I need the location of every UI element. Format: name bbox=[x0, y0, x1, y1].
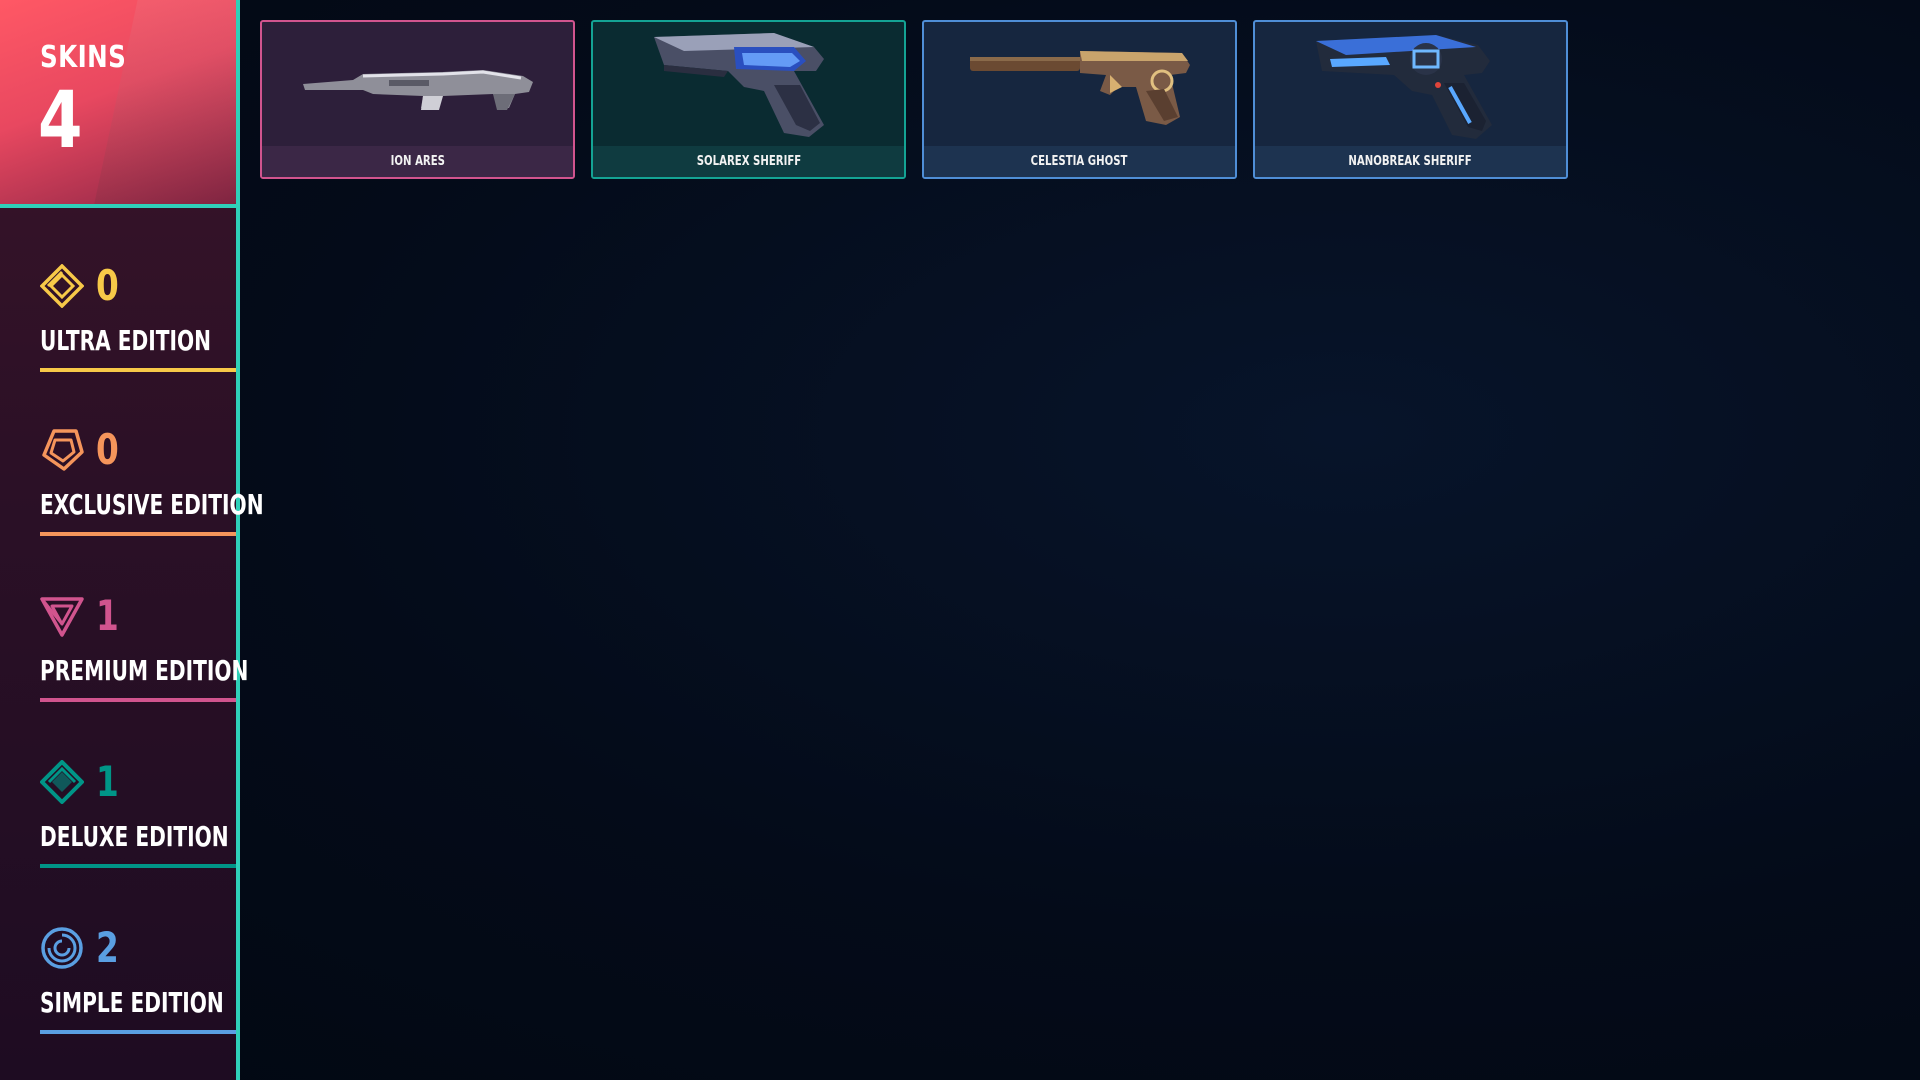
skins-total-panel: SKINS 4 bbox=[0, 0, 236, 208]
exclusive-edition-icon bbox=[40, 428, 84, 472]
tier-ultra-edition[interactable]: 0 ULTRA EDITION bbox=[40, 261, 236, 374]
skin-image bbox=[593, 22, 904, 148]
skin-footer: CELESTIA GHOST bbox=[924, 146, 1235, 177]
skin-footer: ION ARES bbox=[262, 146, 573, 177]
tier-underline bbox=[40, 532, 236, 536]
skin-card-solarex-sheriff[interactable]: SOLAREX SHERIFF bbox=[591, 20, 906, 179]
tier-underline bbox=[40, 1030, 236, 1034]
tier-underline bbox=[40, 368, 236, 372]
skin-image bbox=[262, 22, 573, 148]
deluxe-edition-icon bbox=[40, 760, 84, 804]
simple-edition-icon bbox=[40, 926, 84, 970]
sheriff-revolver-icon bbox=[653, 33, 824, 137]
sheriff-revolver-icon bbox=[1315, 35, 1492, 139]
ultra-edition-icon bbox=[40, 264, 84, 308]
tier-name: SIMPLE EDITION bbox=[40, 986, 224, 1019]
tier-name: EXCLUSIVE EDITION bbox=[40, 488, 264, 521]
tier-premium-edition[interactable]: 1 PREMIUM EDITION bbox=[40, 591, 248, 704]
skin-name: NANOBREAK SHERIFF bbox=[1348, 154, 1473, 169]
skin-name: ION ARES bbox=[390, 154, 445, 169]
skin-name: CELESTIA GHOST bbox=[1031, 154, 1128, 169]
tier-count: 1 bbox=[96, 757, 119, 806]
tier-deluxe-edition[interactable]: 1 DELUXE EDITION bbox=[40, 757, 236, 870]
tier-count: 1 bbox=[96, 591, 119, 640]
skin-image bbox=[1255, 22, 1566, 148]
skin-card-celestia-ghost[interactable]: CELESTIA GHOST bbox=[922, 20, 1237, 179]
tier-sidebar: SKINS 4 0 ULTRA EDITION 0 EXCLUSIVE EDIT… bbox=[0, 0, 264, 1080]
tier-name: ULTRA EDITION bbox=[40, 324, 212, 357]
ares-rifle-icon bbox=[302, 70, 533, 110]
skin-footer: SOLAREX SHERIFF bbox=[593, 146, 904, 177]
skin-card-ion-ares[interactable]: ION ARES bbox=[260, 20, 575, 179]
skin-card-nanobreak-sheriff[interactable]: NANOBREAK SHERIFF bbox=[1253, 20, 1568, 179]
skins-count: 4 bbox=[38, 76, 83, 166]
skin-footer: NANOBREAK SHERIFF bbox=[1255, 146, 1566, 177]
tier-count: 0 bbox=[96, 425, 119, 474]
tier-underline bbox=[40, 698, 236, 702]
skin-name: SOLAREX SHERIFF bbox=[696, 154, 801, 169]
tier-simple-edition[interactable]: 2 SIMPLE EDITION bbox=[40, 923, 236, 1036]
tier-name: DELUXE EDITION bbox=[40, 820, 229, 853]
skins-collection-screen: SKINS 4 0 ULTRA EDITION 0 EXCLUSIVE EDIT… bbox=[0, 0, 1920, 1080]
premium-edition-icon bbox=[40, 594, 84, 638]
tier-count: 2 bbox=[96, 923, 119, 972]
tier-count: 0 bbox=[96, 261, 119, 310]
skin-image bbox=[924, 22, 1235, 148]
tier-name: PREMIUM EDITION bbox=[40, 654, 249, 687]
tier-exclusive-edition[interactable]: 0 EXCLUSIVE EDITION bbox=[40, 425, 264, 538]
tier-underline bbox=[40, 864, 236, 868]
skins-label: SKINS bbox=[40, 40, 127, 75]
skins-grid: ION ARES SOLAREX SHERIFF CELESTIA GHOST … bbox=[260, 20, 1568, 179]
ghost-pistol-icon bbox=[969, 51, 1190, 125]
